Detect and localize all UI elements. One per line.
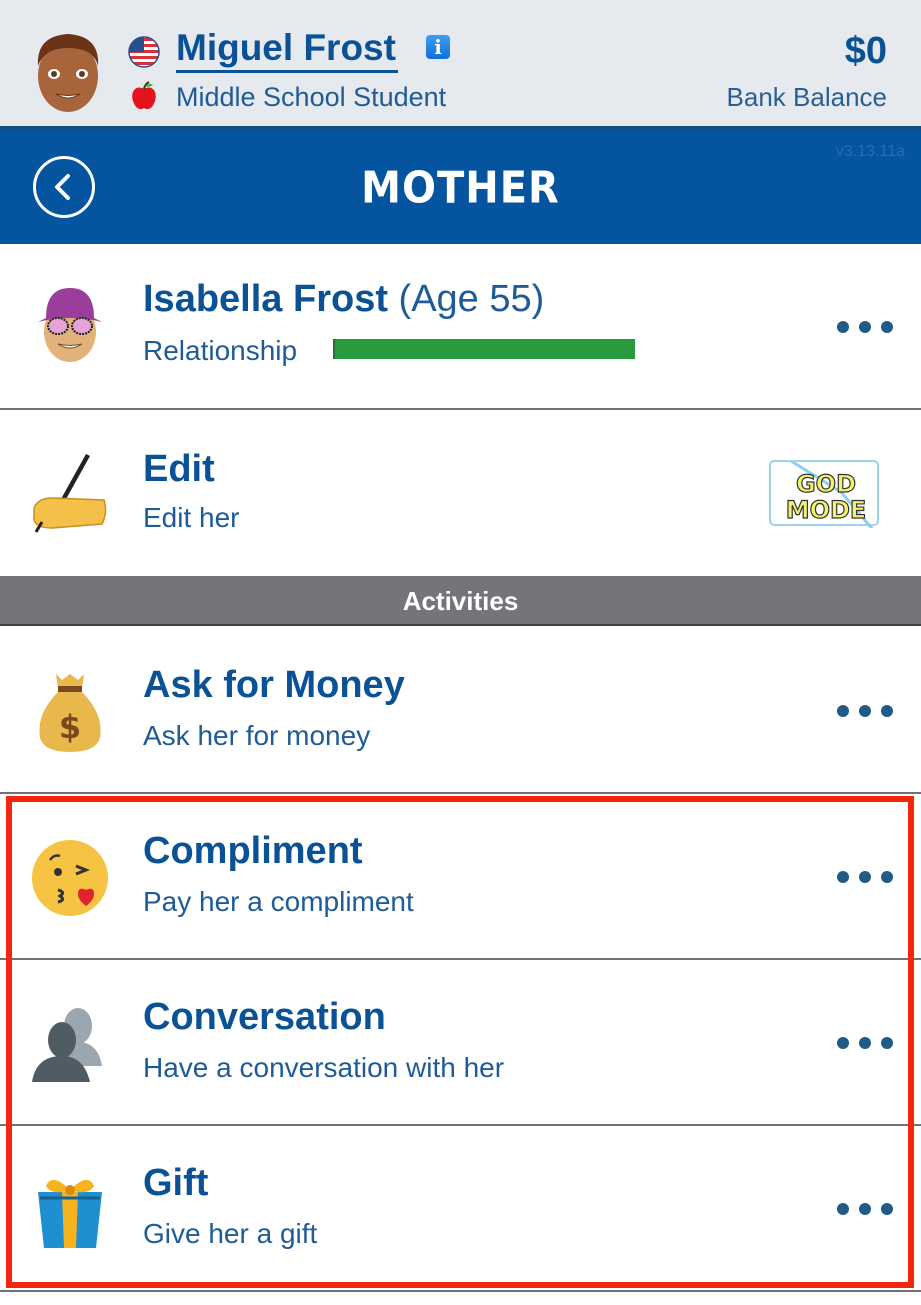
money-bag-icon: $ — [39, 674, 101, 752]
relationship-bar-fill — [333, 339, 635, 359]
us-flag-icon — [128, 36, 160, 68]
gift-icon — [38, 1179, 102, 1248]
person-name: Isabella Frost (Age 55) — [143, 276, 544, 322]
activity-title: Ask for Money — [143, 664, 405, 706]
title-bar: MOTHER v3.13.11a — [0, 126, 921, 244]
activity-title: Compliment — [143, 830, 363, 872]
edit-title: Edit — [143, 448, 215, 490]
svg-text:$: $ — [59, 708, 81, 746]
apple-icon — [132, 81, 156, 110]
occupation-label: Middle School Student — [176, 82, 447, 112]
activity-subtitle: Give her a gift — [143, 1218, 318, 1249]
page-title: MOTHER — [361, 162, 560, 214]
activity-title: Conversation — [143, 996, 386, 1038]
more-options-icon[interactable] — [837, 1036, 893, 1050]
activity-subtitle: Ask her for money — [143, 720, 371, 751]
activity-title: Gift — [143, 1162, 209, 1204]
bank-balance-label: Bank Balance — [726, 82, 887, 112]
player-header: Miguel Frost i Middle School Student $0 … — [0, 0, 921, 126]
female-face-avatar-icon — [38, 288, 102, 362]
info-icon[interactable]: i — [426, 35, 450, 59]
relationship-bar — [333, 339, 635, 359]
activity-row-conversation[interactable]: Conversation Have a conversation with he… — [0, 960, 921, 1126]
section-header-activities: Activities — [0, 576, 921, 626]
bank-balance-amount: $0 — [844, 30, 887, 72]
activity-row-compliment[interactable]: Compliment Pay her a compliment — [0, 794, 921, 960]
god-mode-line2: MODE — [786, 496, 867, 524]
activity-row-ask-for-money[interactable]: $ Ask for Money Ask her for money — [0, 626, 921, 794]
god-mode-line1: GOD — [796, 470, 856, 498]
relationship-label: Relationship — [143, 335, 298, 366]
activity-subtitle: Pay her a compliment — [143, 886, 414, 917]
more-options-icon[interactable] — [837, 704, 893, 718]
writing-hand-icon — [33, 454, 107, 533]
more-options-icon[interactable] — [837, 870, 893, 884]
version-label: v3.13.11a — [835, 143, 905, 160]
activity-row-gift[interactable]: Gift Give her a gift — [0, 1126, 921, 1292]
activity-subtitle: Have a conversation with her — [143, 1052, 505, 1083]
person-age: (Age 55) — [398, 278, 545, 320]
male-face-avatar-icon[interactable] — [28, 26, 108, 118]
more-options-icon[interactable] — [837, 1202, 893, 1216]
player-name-link[interactable]: Miguel Frost — [176, 26, 398, 73]
kissing-face-icon — [32, 840, 108, 916]
edit-row[interactable]: Edit Edit her GOD MODE — [0, 410, 921, 576]
person-row[interactable]: Isabella Frost (Age 55) Relationship — [0, 244, 921, 410]
god-mode-badge[interactable]: GOD MODE — [769, 460, 879, 528]
edit-subtitle: Edit her — [143, 502, 240, 533]
more-options-icon[interactable] — [837, 320, 893, 334]
busts-icon — [32, 1008, 102, 1082]
person-name-text: Isabella Frost — [143, 278, 388, 320]
